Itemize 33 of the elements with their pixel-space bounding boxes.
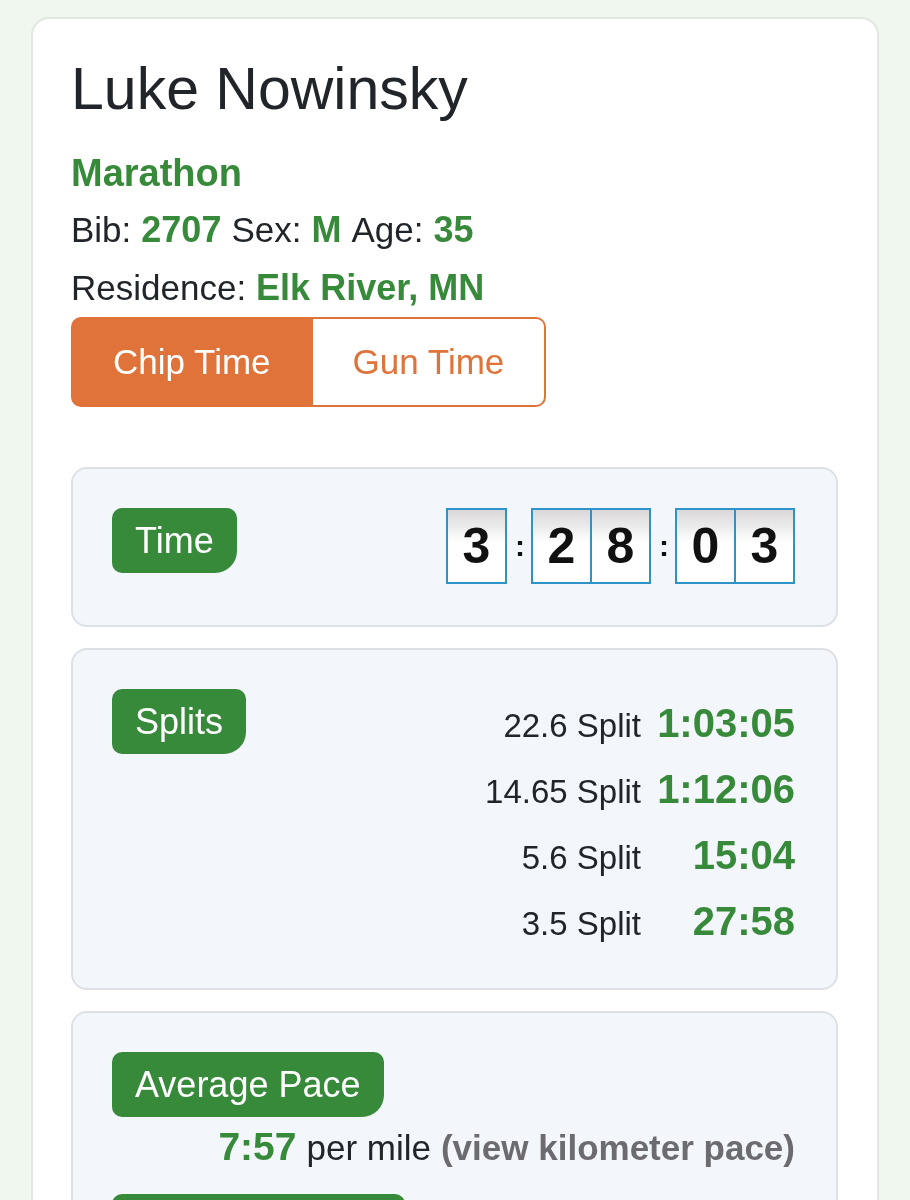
clock-digit: 2 [531,508,592,584]
runner-name: Luke Nowinsky [71,55,468,123]
kilometer-pace-link[interactable]: (view kilometer pace) [440,1128,795,1168]
event-name: Marathon [71,151,242,196]
clock-digit: 3 [446,508,507,584]
clock-digit: 0 [675,508,736,584]
detail-value: 2707 [141,208,222,252]
split-time: 1:12:06 [657,766,795,813]
residence-label: Residence: [71,267,247,309]
detail-label: Bib: [71,209,132,251]
clock-separator: : [658,529,670,563]
section-badge: Splits [112,689,247,754]
split-label: 3.5 Split [521,904,641,944]
split-label: 22.6 Split [503,706,641,746]
residence-value: Elk River, MN [256,266,485,310]
detail-label: Sex: [231,209,302,251]
split-time: 15:04 [692,832,795,879]
detail-value: M [311,208,342,252]
detail-label: Age: [351,209,424,251]
clock-digit: 8 [590,508,651,584]
clock-separator: : [514,529,526,563]
time-type-tab[interactable]: Gun Time [312,317,547,407]
clock-digit: 3 [734,508,795,584]
split-label: 14.65 Split [485,772,641,812]
time-type-tab[interactable]: Chip Time [71,317,313,407]
detail-value: 35 [433,208,474,252]
pace-value: 7:57 [218,1125,297,1169]
split-time: 1:03:05 [657,700,795,747]
split-label: 5.6 Split [521,838,641,878]
pace-unit: per mile [306,1128,431,1168]
section-badge: Time [112,508,237,573]
section-badge: Average Pace [112,1052,384,1117]
split-time: 27:58 [692,898,795,945]
